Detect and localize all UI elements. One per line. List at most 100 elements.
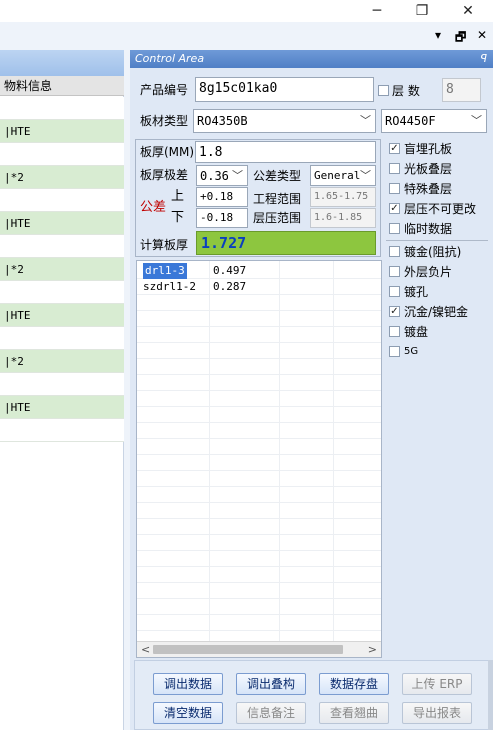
scroll-left-icon[interactable]: < [141, 642, 150, 657]
option-checkbox-label: 层压不可更改 [404, 202, 477, 216]
material-row[interactable] [0, 373, 124, 396]
control-area-title: Control Area ꟼ [130, 50, 493, 68]
option-checkbox[interactable]: ✓ [389, 143, 400, 154]
table-row[interactable] [137, 391, 381, 407]
material-row[interactable]: |HTE [0, 120, 124, 143]
pin-icon[interactable]: ꟼ [480, 50, 487, 68]
table-row[interactable] [137, 551, 381, 567]
left-material-panel: 物料信息 |HTE |*2 |HTE |*2 |HTE |*2 |HTE [0, 50, 124, 730]
table-row[interactable] [137, 343, 381, 359]
option-checkbox-label: 光板叠层 [404, 162, 453, 176]
info-notes-button[interactable]: 信息备注 [236, 702, 306, 724]
drill-value-cell[interactable]: 0.497 [213, 263, 246, 279]
material-row[interactable] [0, 281, 124, 304]
option-checkbox[interactable] [389, 326, 400, 337]
material-row[interactable]: |*2 [0, 258, 124, 281]
tolerance-select[interactable]: 0.36 ﹀ [196, 165, 248, 186]
layers-checkbox[interactable] [378, 85, 389, 96]
layers-input[interactable]: 8 [442, 78, 481, 102]
material-row[interactable] [0, 327, 124, 350]
view-warpage-button[interactable]: 查看翘曲 [319, 702, 389, 724]
panel-menu-icon[interactable]: ▾ [435, 28, 441, 42]
option-checkbox[interactable] [389, 223, 400, 234]
material-row[interactable] [0, 97, 124, 120]
option-checkbox[interactable]: ✓ [389, 306, 400, 317]
horizontal-scrollbar[interactable]: < > [137, 641, 381, 657]
drill-value-cell[interactable]: 0.287 [213, 279, 246, 295]
thickness-input[interactable]: 1.8 [195, 141, 376, 163]
tolerance-type-select[interactable]: General ﹀ [310, 165, 376, 186]
option-checkbox[interactable] [389, 286, 400, 297]
option-checkbox[interactable] [389, 246, 400, 257]
table-row[interactable] [137, 567, 381, 583]
save-data-button[interactable]: 数据存盘 [319, 673, 389, 695]
drill-data-grid[interactable]: drl1-3 0.497 szdrl1-2 0.287 < > [136, 260, 382, 658]
option-checkbox[interactable] [389, 163, 400, 174]
material-row[interactable]: |*2 [0, 350, 124, 373]
clear-data-button[interactable]: 清空数据 [153, 702, 223, 724]
panel-close-icon[interactable]: ✕ [477, 28, 487, 42]
material-row[interactable] [0, 143, 124, 166]
table-row[interactable] [137, 407, 381, 423]
table-row[interactable] [137, 599, 381, 615]
option-checkbox-label: 特殊叠层 [404, 182, 453, 196]
table-row[interactable] [137, 615, 381, 631]
material-row[interactable] [0, 419, 124, 442]
table-row[interactable]: drl1-3 0.497 [137, 263, 381, 279]
scroll-thumb[interactable] [153, 645, 343, 654]
table-row[interactable] [137, 439, 381, 455]
option-checkbox[interactable] [389, 346, 400, 357]
option-checkbox[interactable] [389, 266, 400, 277]
board-type-select-2[interactable]: RO4450F ﹀ [381, 109, 487, 133]
option-checkbox[interactable] [389, 183, 400, 194]
material-row[interactable]: |HTE [0, 212, 124, 235]
table-row[interactable]: szdrl1-2 0.287 [137, 279, 381, 295]
table-row[interactable] [137, 487, 381, 503]
table-row[interactable] [137, 295, 381, 311]
table-row[interactable] [137, 311, 381, 327]
option-checkbox[interactable]: ✓ [389, 203, 400, 214]
option-checkbox-label: 临时数据 [404, 222, 453, 236]
load-stackup-button[interactable]: 调出叠构 [236, 673, 306, 695]
table-row[interactable] [137, 375, 381, 391]
board-type-select[interactable]: RO4350B ﹀ [193, 109, 376, 133]
table-row[interactable] [137, 423, 381, 439]
material-row[interactable]: |*2 [0, 166, 124, 189]
table-row[interactable] [137, 359, 381, 375]
layers-label: 层 数 [392, 84, 420, 98]
table-row[interactable] [137, 503, 381, 519]
drill-name-cell[interactable]: drl1-3 [143, 263, 187, 279]
table-row[interactable] [137, 327, 381, 343]
upload-erp-button[interactable]: 上传 ERP [402, 673, 472, 695]
table-row[interactable] [137, 519, 381, 535]
upper-tolerance-input[interactable]: +0.18 [196, 187, 248, 207]
product-input[interactable]: 8g15c01ka0 [195, 77, 374, 102]
material-row[interactable]: |HTE [0, 396, 124, 419]
close-icon[interactable]: ✕ [448, 0, 488, 22]
tolerance-group-label: 公差 [140, 200, 167, 215]
table-row[interactable] [137, 535, 381, 551]
material-row[interactable] [0, 189, 124, 212]
option-checkbox-label: 5G [404, 346, 419, 357]
material-info-header[interactable]: 物料信息 [0, 76, 124, 96]
option-checkbox-label: 盲埋孔板 [404, 142, 453, 156]
scroll-right-icon[interactable]: > [368, 642, 377, 657]
minimize-icon[interactable]: ─ [357, 0, 397, 22]
lower-tolerance-input[interactable]: -0.18 [196, 208, 248, 228]
calculated-thickness-label: 计算板厚 [140, 238, 189, 252]
chevron-down-icon: ﹀ [232, 169, 243, 182]
export-report-button[interactable]: 导出报表 [402, 702, 472, 724]
material-row[interactable] [0, 235, 124, 258]
table-row[interactable] [137, 471, 381, 487]
panel-float-icon[interactable]: 🗗 [455, 28, 466, 49]
restore-icon[interactable]: ❐ [402, 0, 442, 22]
vertical-scrollbar[interactable] [488, 660, 493, 730]
table-row[interactable] [137, 583, 381, 599]
drill-name-cell[interactable]: szdrl1-2 [143, 279, 196, 295]
lamination-range-value: 1.6-1.85 [310, 208, 376, 228]
control-area-title-text: Control Area [135, 52, 205, 65]
load-data-button[interactable]: 调出数据 [153, 673, 223, 695]
tolerance-type-label: 公差类型 [253, 169, 302, 183]
material-row[interactable]: |HTE [0, 304, 124, 327]
table-row[interactable] [137, 455, 381, 471]
